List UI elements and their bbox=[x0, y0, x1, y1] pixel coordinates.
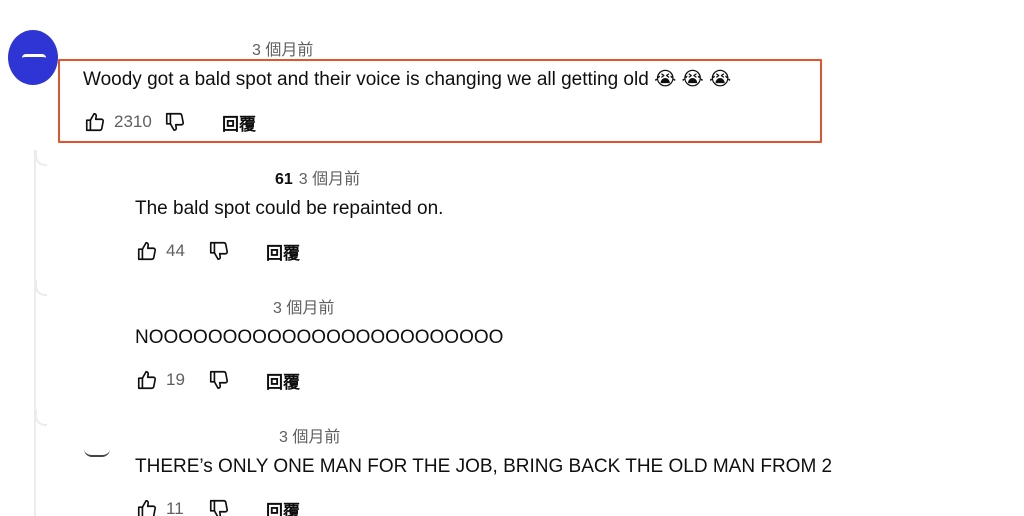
thumb-down-icon[interactable] bbox=[206, 496, 232, 516]
reply-count: 61 bbox=[275, 171, 293, 188]
reply-meta: 61 3 個月前 bbox=[275, 165, 360, 189]
thread-line bbox=[34, 150, 36, 516]
reply-text: THERE’s ONLY ONE MAN FOR THE JOB, BRING … bbox=[135, 456, 833, 477]
reply-actions: 19 回覆 bbox=[134, 367, 300, 393]
thumb-up-icon[interactable] bbox=[82, 109, 108, 135]
thread-connector bbox=[35, 280, 47, 296]
thumb-up-icon[interactable] bbox=[134, 496, 160, 516]
like-count: 19 bbox=[166, 370, 185, 389]
thread-connector bbox=[35, 410, 47, 426]
avatar-mark bbox=[22, 54, 46, 65]
thumb-up-icon[interactable] bbox=[134, 238, 160, 264]
thread-connector bbox=[35, 150, 47, 166]
thumb-down-icon[interactable] bbox=[206, 367, 232, 393]
like-count: 11 bbox=[166, 499, 184, 516]
reply-button[interactable]: 回覆 bbox=[266, 497, 300, 516]
thumb-up-icon[interactable] bbox=[134, 367, 160, 393]
comment-actions: 2310 回覆 bbox=[82, 109, 256, 135]
reply-timestamp: 3 個月前 bbox=[273, 300, 335, 317]
like-count: 2310 bbox=[114, 112, 152, 131]
reply-text: NOOOOOOOOOOOOOOOOOOOOOOOO bbox=[135, 327, 504, 348]
thumb-down-icon[interactable] bbox=[162, 109, 188, 135]
comments-section: 3 個月前 Woody got a bald spot and their vo… bbox=[0, 0, 1024, 516]
reply-button[interactable]: 回覆 bbox=[266, 239, 300, 264]
reply-actions: 11 回覆 bbox=[134, 496, 300, 516]
thumb-down-icon[interactable] bbox=[206, 238, 232, 264]
avatar[interactable] bbox=[84, 449, 110, 457]
comment-text: Woody got a bald spot and their voice is… bbox=[83, 69, 732, 90]
reply-button[interactable]: 回覆 bbox=[266, 368, 300, 393]
reply-actions: 44 回覆 bbox=[134, 238, 300, 264]
comment-timestamp: 3 個月前 bbox=[252, 42, 314, 59]
reply-text: The bald spot could be repainted on. bbox=[135, 198, 444, 219]
avatar[interactable] bbox=[8, 30, 58, 85]
reply-button[interactable]: 回覆 bbox=[222, 110, 256, 135]
reply-timestamp: 3 個月前 bbox=[279, 429, 341, 446]
like-count: 44 bbox=[166, 241, 185, 260]
reply-timestamp: 3 個月前 bbox=[298, 171, 361, 188]
